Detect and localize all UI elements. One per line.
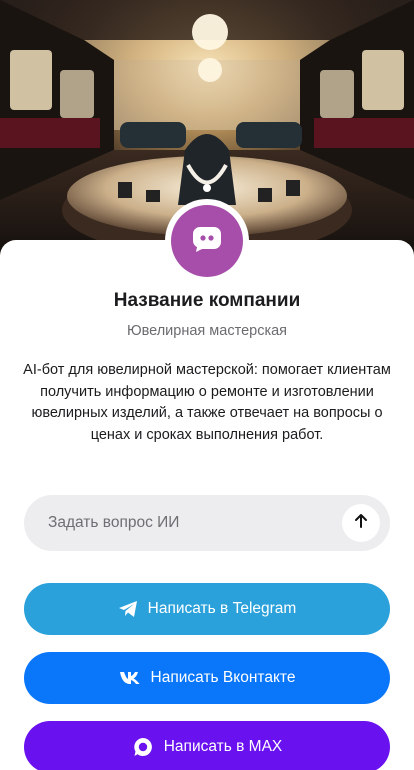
ask-ai-bar: [24, 495, 390, 551]
company-name: Название компании: [113, 290, 301, 311]
vk-button-label: Написать Вконтакте: [150, 669, 296, 686]
ask-ai-input[interactable]: [48, 514, 328, 532]
vk-icon: [119, 671, 141, 685]
telegram-button-label: Написать в Telegram: [147, 600, 297, 617]
vk-button[interactable]: Написать Вконтакте: [24, 652, 390, 704]
max-button-label: Написать в MAX: [163, 738, 283, 755]
telegram-icon: [118, 600, 138, 618]
max-icon: [132, 736, 154, 758]
avatar-circle: [171, 205, 243, 277]
send-button[interactable]: [342, 504, 380, 542]
chat-bot-icon: [192, 226, 222, 257]
max-button[interactable]: Написать в MAX: [24, 721, 390, 770]
company-description: AI-бот для ювелирной мастерской: помогае…: [23, 362, 391, 443]
arrow-up-icon: [353, 513, 369, 534]
company-category: Ювелирная мастерская: [126, 323, 288, 339]
telegram-button[interactable]: Написать в Telegram: [24, 583, 390, 635]
avatar: [165, 199, 249, 283]
